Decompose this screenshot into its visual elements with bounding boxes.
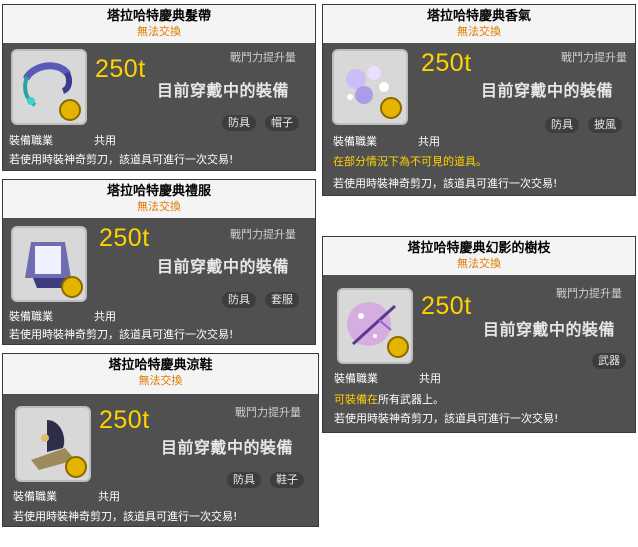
stat-label: 戰鬥力提升量: [556, 287, 622, 300]
item-icon-scent: [332, 49, 408, 125]
tooltip-hairband: 塔拉哈特慶典髮帶 無法交換 250t 戰鬥力提升量 目前穿戴中的裝備 防具 帽子…: [2, 4, 316, 171]
tag-armor: 防具: [227, 472, 261, 488]
trade-status: 無法交換: [457, 257, 501, 270]
job-label: 裝備職業: [9, 310, 53, 323]
tooltip-sandals: 塔拉哈特慶典涼鞋 無法交換 250t 戰鬥力提升量 目前穿戴中的裝備 防具 鞋子…: [2, 353, 319, 527]
job-label: 裝備職業: [333, 135, 377, 148]
scissors-note: 若使用時裝神奇剪刀，該道具可進行一次交易!: [333, 177, 558, 190]
job-value: 共用: [98, 490, 120, 503]
tag-cape: 披風: [588, 117, 622, 133]
equipped-text: 目前穿戴中的裝備: [157, 81, 290, 100]
coin-icon: [380, 97, 402, 119]
invisible-note: 在部分情況下為不可見的道具。: [333, 155, 487, 168]
tag-weapon: 武器: [592, 353, 626, 369]
trade-status: 無法交換: [457, 25, 501, 38]
tag-outfit: 套服: [265, 292, 299, 308]
tooltip-branch: 塔拉哈特慶典幻影的樹枝 無法交換 250t 戰鬥力提升量 目前穿戴中的裝備 武器…: [322, 236, 636, 433]
equipped-text: 目前穿戴中的裝備: [157, 257, 290, 276]
item-name: 塔拉哈特慶典禮服: [106, 184, 211, 199]
tooltip-scent: 塔拉哈特慶典香氣 無法交換 250t 戰鬥力提升量 目前穿戴中的裝備 防具 披風…: [322, 4, 636, 196]
equipped-text: 目前穿戴中的裝備: [481, 81, 614, 100]
item-price: 250t: [421, 49, 472, 77]
scissors-note: 若使用時裝神奇剪刀，該道具可進行一次交易!: [9, 328, 234, 341]
tag-armor: 防具: [545, 117, 579, 133]
coin-icon: [59, 99, 81, 121]
scissors-note: 若使用時裝神奇剪刀，該道具可進行一次交易!: [13, 510, 238, 523]
item-icon-dress: [11, 226, 87, 302]
tooltip-header: 塔拉哈特慶典涼鞋 無法交換: [3, 354, 318, 394]
job-value: 共用: [94, 134, 116, 147]
item-price: 250t: [421, 292, 472, 320]
trade-status: 無法交換: [137, 25, 181, 38]
job-label: 裝備職業: [9, 134, 53, 147]
trade-status: 無法交換: [137, 200, 181, 213]
equipped-text: 目前穿戴中的裝備: [161, 438, 294, 457]
stat-label: 戰鬥力提升量: [230, 51, 296, 64]
item-icon-sandals: [15, 406, 91, 482]
job-label: 裝備職業: [334, 372, 378, 385]
trade-status: 無法交換: [138, 374, 183, 387]
tooltip-header: 塔拉哈特慶典禮服 無法交換: [3, 180, 315, 218]
item-price: 250t: [99, 406, 150, 434]
weapon-note-rest: 所有武器上。: [378, 393, 444, 406]
tooltip-header: 塔拉哈特慶典髮帶 無法交換: [3, 5, 315, 43]
scissors-note: 若使用時裝神奇剪刀，該道具可進行一次交易!: [9, 153, 234, 166]
tooltip-header: 塔拉哈特慶典香氣 無法交換: [323, 5, 635, 43]
item-price: 250t: [99, 224, 150, 252]
item-name: 塔拉哈特慶典涼鞋: [108, 358, 213, 373]
item-name: 塔拉哈特慶典髮帶: [106, 9, 211, 24]
weapon-note: 可裝備在所有武器上。: [334, 391, 444, 407]
item-price: 250t: [95, 55, 146, 83]
tag-shoes: 鞋子: [270, 472, 304, 488]
item-name: 塔拉哈特慶典香氣: [426, 9, 531, 24]
stat-label: 戰鬥力提升量: [561, 51, 627, 64]
job-value: 共用: [419, 372, 441, 385]
equipped-text: 目前穿戴中的裝備: [483, 320, 616, 339]
coin-icon: [61, 276, 83, 298]
stat-label: 戰鬥力提升量: [235, 406, 301, 419]
tooltip-dress: 塔拉哈特慶典禮服 無法交換 250t 戰鬥力提升量 目前穿戴中的裝備 防具 套服…: [2, 179, 316, 345]
scissors-note: 若使用時裝神奇剪刀，該道具可進行一次交易!: [334, 412, 559, 425]
job-label: 裝備職業: [13, 490, 57, 503]
item-icon-branch: [337, 288, 413, 364]
stat-label: 戰鬥力提升量: [230, 228, 296, 241]
coin-icon: [387, 336, 409, 358]
weapon-note-highlight: 可裝備在: [334, 393, 378, 406]
tag-hat: 帽子: [265, 115, 299, 131]
tag-armor: 防具: [222, 292, 256, 308]
tooltip-header: 塔拉哈特慶典幻影的樹枝 無法交換: [323, 237, 635, 275]
coin-icon: [65, 456, 87, 478]
item-icon-hairband: [11, 49, 87, 125]
job-value: 共用: [94, 310, 116, 323]
tag-armor: 防具: [222, 115, 256, 131]
job-value: 共用: [418, 135, 440, 148]
item-name: 塔拉哈特慶典幻影的樹枝: [407, 241, 551, 256]
